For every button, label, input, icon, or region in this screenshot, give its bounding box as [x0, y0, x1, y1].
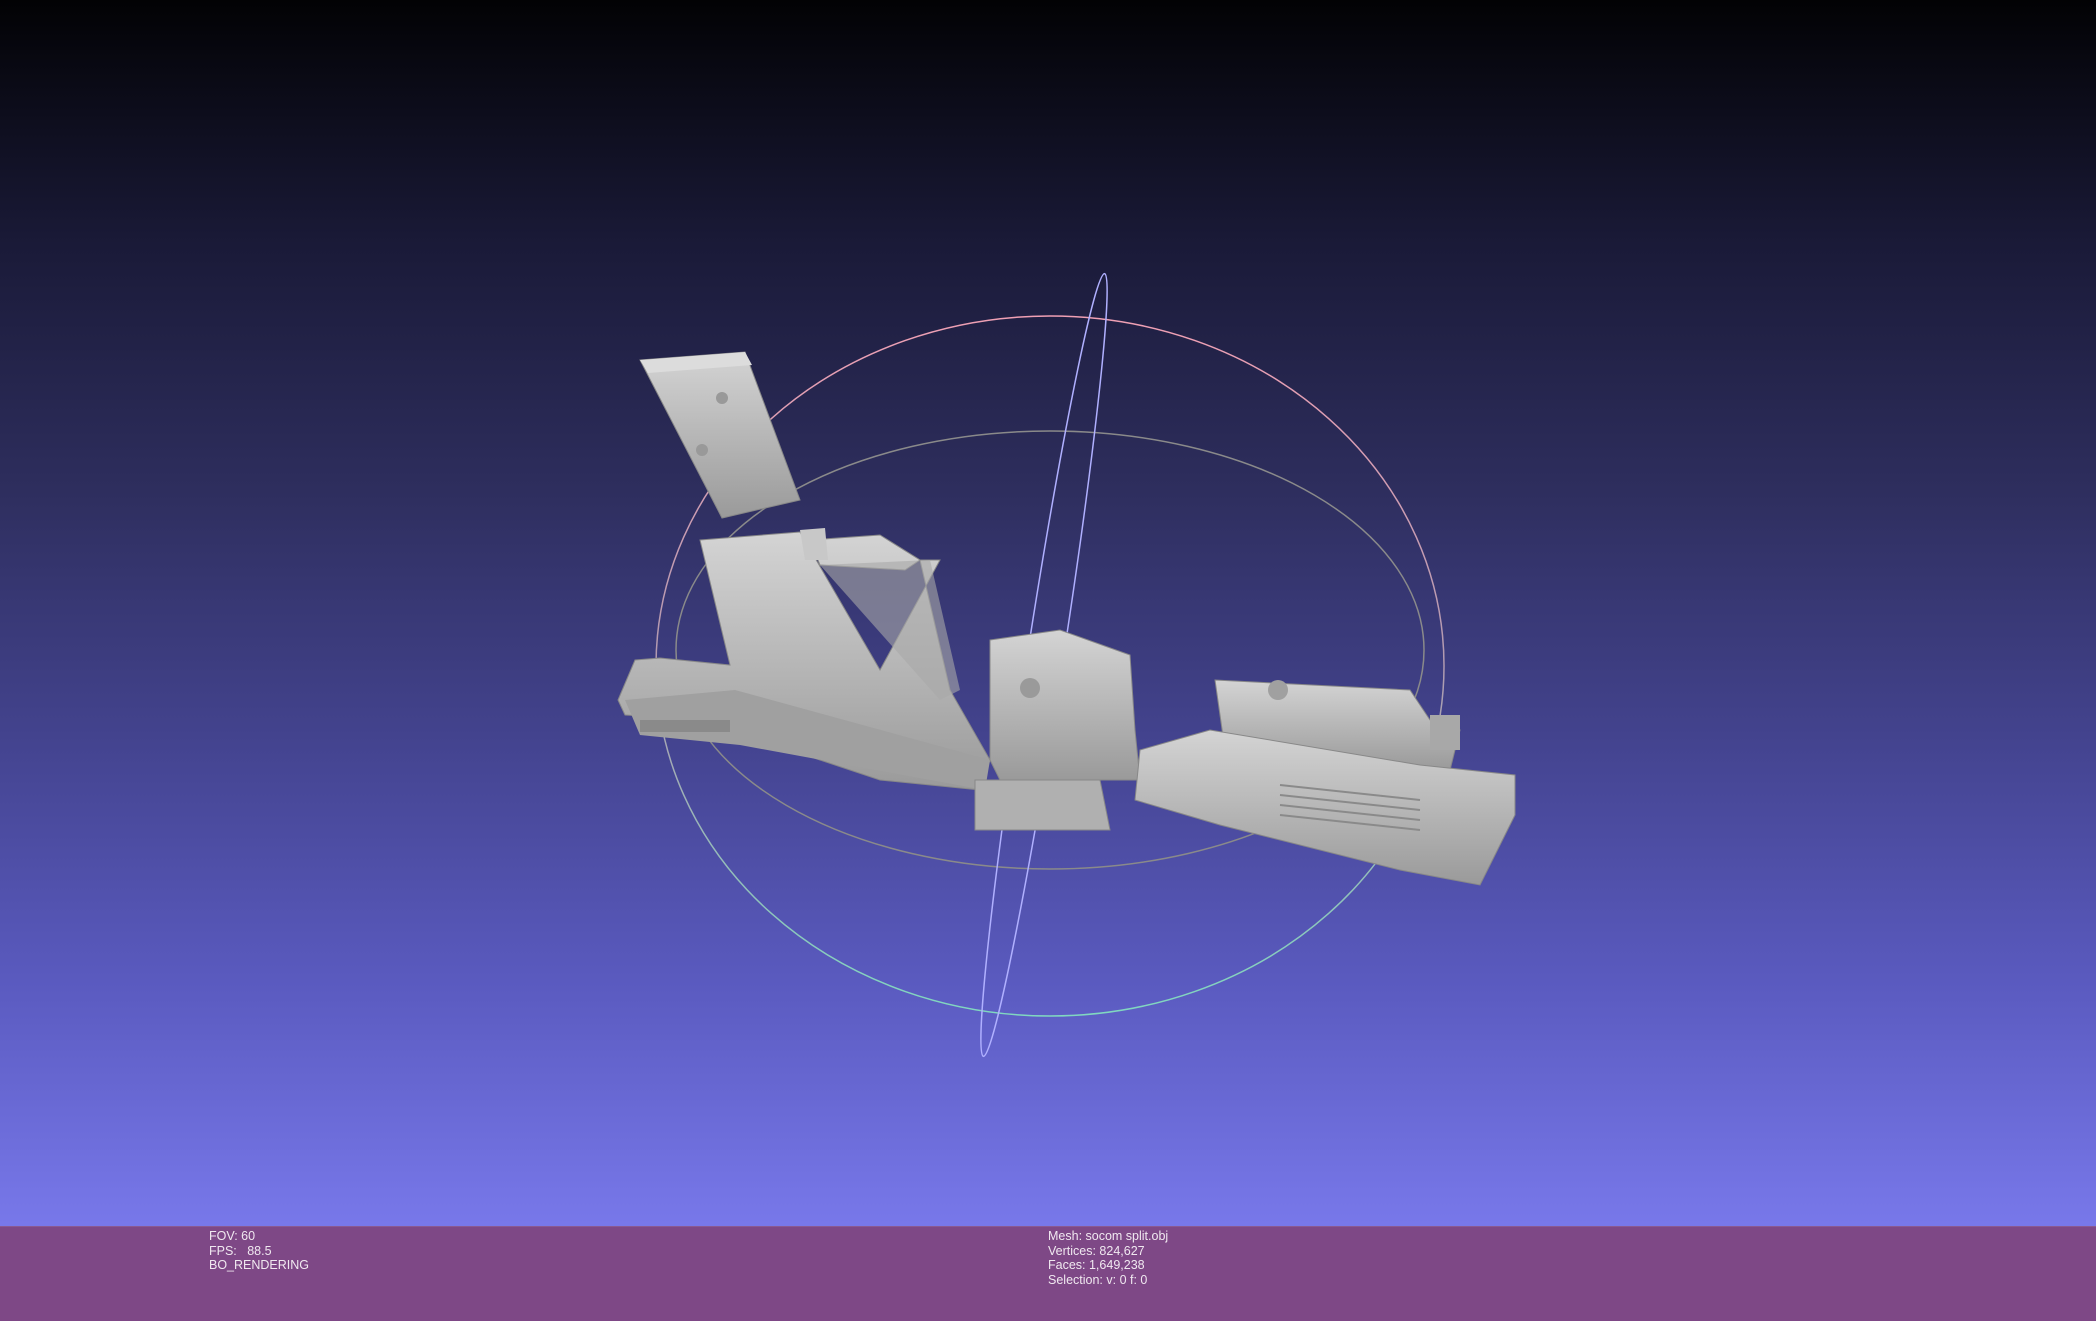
selection-info: Selection: v: 0 f: 0 — [1048, 1273, 1148, 1288]
info-bar: FOV: 60 FPS: 88.5 BO_RENDERING Mesh: soc… — [0, 1226, 2096, 1321]
mesh-slide-front — [1134, 679, 1516, 886]
fps-readout: FPS: 88.5 — [209, 1243, 272, 1258]
mesh-info: Mesh: socom split.obj Vertices: 824,627 … — [1048, 1229, 1168, 1288]
face-count: Faces: 1,649,238 — [1048, 1258, 1145, 1273]
mesh-magazine — [639, 351, 801, 519]
vertex-count: Vertices: 824,627 — [1048, 1243, 1145, 1258]
3d-viewport[interactable] — [0, 0, 2096, 1226]
mesh-frame — [617, 528, 991, 791]
fov-readout: FOV: 60 — [209, 1229, 256, 1243]
mesh-optic — [974, 629, 1141, 831]
render-info: FOV: 60 FPS: 88.5 BO_RENDERING — [209, 1229, 309, 1273]
scene — [617, 272, 1516, 1058]
mesh-name: Mesh: socom split.obj — [1048, 1229, 1169, 1243]
render-mode: BO_RENDERING — [209, 1258, 310, 1273]
